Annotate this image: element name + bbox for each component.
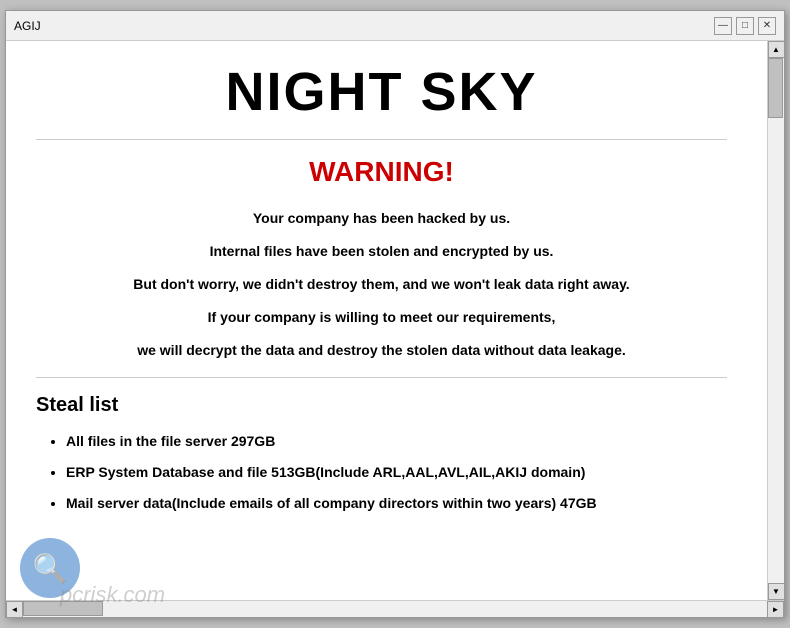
content-area[interactable]: NIGHT SKY WARNING! Your company has been… (6, 41, 767, 600)
window-body: NIGHT SKY WARNING! Your company has been… (6, 41, 784, 600)
warning-line-3: But don't worry, we didn't destroy them,… (36, 274, 727, 295)
divider-1 (36, 139, 727, 140)
main-title: NIGHT SKY (36, 61, 727, 123)
warning-title: WARNING! (36, 156, 727, 188)
close-button[interactable]: ✕ (758, 17, 776, 35)
warning-line-4: If your company is willing to meet our r… (36, 307, 727, 328)
scroll-track[interactable] (768, 58, 784, 583)
main-window: AGIJ — □ ✕ NIGHT SKY WARNING! Your compa… (5, 10, 785, 618)
scroll-down-arrow[interactable]: ▼ (768, 583, 785, 600)
scroll-h-thumb[interactable] (23, 601, 103, 616)
steal-item-3: Mail server data(Include emails of all c… (66, 493, 727, 514)
vertical-scrollbar[interactable]: ▲ ▼ (767, 41, 784, 600)
steal-list-title: Steal list (36, 394, 727, 417)
divider-2 (36, 377, 727, 378)
minimize-button[interactable]: — (714, 17, 732, 35)
steal-item-1: All files in the file server 297GB (66, 431, 727, 452)
steal-list: All files in the file server 297GB ERP S… (36, 431, 727, 514)
scroll-h-track[interactable] (23, 601, 767, 617)
warning-line-2: Internal files have been stolen and encr… (36, 241, 727, 262)
window-title: AGIJ (14, 19, 41, 33)
scroll-thumb[interactable] (768, 58, 783, 118)
warning-line-1: Your company has been hacked by us. (36, 208, 727, 229)
scroll-up-arrow[interactable]: ▲ (768, 41, 785, 58)
title-bar: AGIJ — □ ✕ (6, 11, 784, 41)
maximize-button[interactable]: □ (736, 17, 754, 35)
horizontal-scrollbar[interactable]: ◄ ► (6, 600, 784, 617)
scroll-left-arrow[interactable]: ◄ (6, 601, 23, 618)
steal-item-2: ERP System Database and file 513GB(Inclu… (66, 462, 727, 483)
scroll-right-arrow[interactable]: ► (767, 601, 784, 618)
window-controls: — □ ✕ (714, 17, 776, 35)
warning-line-5: we will decrypt the data and destroy the… (36, 340, 727, 361)
